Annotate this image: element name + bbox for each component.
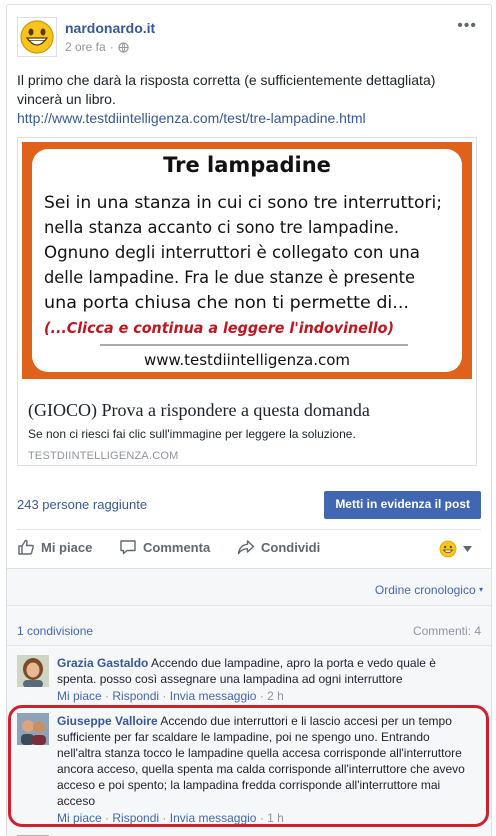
post-time[interactable]: 2 ore fa — [65, 40, 106, 54]
link-preview-title[interactable]: (GIOCO) Prova a rispondere a questa doma… — [28, 400, 370, 421]
post-text: Il primo che darà la risposta corretta (… — [17, 71, 479, 128]
reach-count[interactable]: 243 persone raggiunte — [17, 497, 147, 512]
page-avatar[interactable] — [17, 17, 57, 57]
comment-body: Grazia Gastaldo Accendo due lampadine, a… — [57, 655, 477, 704]
post-link[interactable]: http://www.testdiintelligenza.com/test/t… — [17, 110, 366, 126]
comment-button[interactable]: Commenta — [119, 538, 210, 556]
comment-reply-link[interactable]: Rispondi — [112, 689, 159, 703]
image-line-2: nella stanza accanto ci sono tre lampadi… — [44, 218, 399, 237]
image-cta: (...Clicca e continua a leggere l'indovi… — [44, 319, 394, 337]
link-preview-image[interactable]: Tre lampadine Sei in una stanza in cui c… — [18, 138, 476, 383]
post-message: Il primo che darà la risposta corretta (… — [17, 72, 436, 107]
image-line-4: delle lampadine. Fra le due stanze è pre… — [44, 268, 415, 287]
chevron-down-icon — [463, 546, 472, 552]
comment-order-dropdown[interactable]: Ordine cronologico ▾ — [375, 583, 483, 597]
image-footer-url: www.testdiintelligenza.com — [144, 351, 350, 369]
link-preview-domain: TESTDIINTELLIGENZA.COM — [28, 450, 179, 462]
comment-bubble-icon — [120, 540, 136, 555]
image-title: Tre lampadine — [163, 153, 331, 177]
smiley-reaction-icon — [439, 540, 457, 558]
globe-icon[interactable] — [118, 41, 129, 53]
like-label: Mi piace — [41, 539, 93, 555]
comment-time[interactable]: 2 h — [267, 689, 284, 703]
boost-post-button[interactable]: Metti in evidenza il post — [324, 491, 481, 519]
action-bar: Mi piace Commenta Condividi — [7, 530, 491, 568]
comments-section: Ordine cronologico ▾ 1 condivisione Comm… — [7, 569, 491, 836]
divider — [7, 645, 491, 646]
image-line-1: Sei in una stanza in cui ci sono tre int… — [44, 193, 442, 212]
link-preview[interactable]: Tre lampadine Sei in una stanza in cui c… — [17, 137, 477, 466]
comment-author[interactable]: Grazia Gastaldo — [57, 656, 148, 670]
avatar-photo-icon — [17, 655, 49, 687]
page-name[interactable]: nardonardo.it — [65, 20, 155, 36]
more-options-icon[interactable]: ••• — [457, 17, 477, 35]
comment-order-label: Ordine cronologico — [374, 583, 476, 597]
image-line-3: Ognuno degli interruttori è collegato co… — [44, 243, 420, 262]
caret-down-icon: ▾ — [478, 585, 483, 594]
link-preview-description: Se non ci riesci fai clic sull'immagine … — [28, 427, 356, 441]
comment-actions: Mi piace · Rispondi · Invia messaggio · … — [57, 689, 284, 703]
share-button[interactable]: Condividi — [237, 538, 320, 556]
thumbs-up-icon — [18, 539, 34, 555]
meta-separator: · — [109, 40, 114, 54]
smiley-logo-icon — [20, 20, 54, 54]
post-header: nardonardo.it 2 ore fa · ••• — [17, 17, 479, 61]
share-label: Condividi — [261, 539, 321, 555]
like-button[interactable]: Mi piace — [17, 538, 92, 556]
share-count[interactable]: 1 condivisione — [17, 624, 93, 638]
commenter-avatar[interactable] — [17, 655, 49, 687]
comment-like-link[interactable]: Mi piace — [57, 689, 102, 703]
highlight-outline — [8, 705, 489, 827]
comment-message-link[interactable]: Invia messaggio — [170, 689, 257, 703]
comment-label: Commenta — [143, 539, 211, 555]
comment-count: Commenti: 4 — [412, 624, 481, 638]
reaction-selector[interactable] — [439, 540, 472, 558]
share-arrow-icon — [237, 540, 255, 555]
image-line-5: una porta chiusa che non ti permette di.… — [44, 293, 409, 312]
divider — [7, 605, 491, 606]
post-card: nardonardo.it 2 ore fa · ••• Il primo ch… — [6, 4, 492, 836]
post-meta: 2 ore fa · — [65, 40, 129, 54]
